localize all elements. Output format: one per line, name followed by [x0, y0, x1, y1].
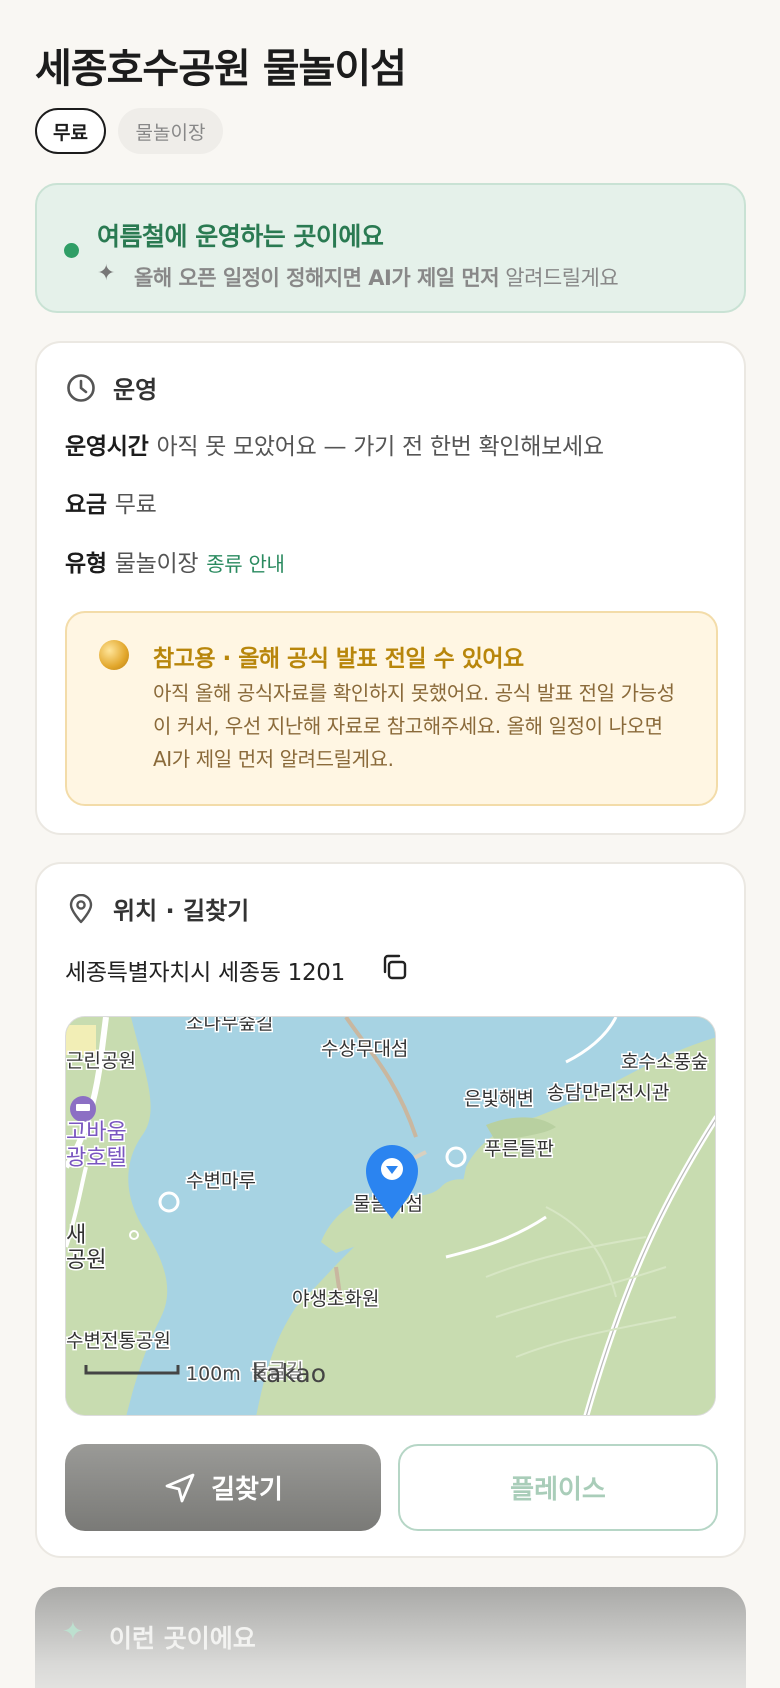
location-card: 위치 · 길찾기 세종특별자치시 세종동 1201 소나무숲길 근린공원 수상무… [35, 862, 746, 1558]
hours-label: 운영시간 [65, 434, 149, 460]
status-dot [64, 243, 79, 258]
reference-notice-title: 참고용 · 올해 공식 발표 전일 수 있어요 [153, 646, 524, 672]
hours-row: 운영시간 아직 못 모았어요 — 가기 전 한번 확인해보세요 [65, 427, 604, 461]
location-title: 위치 · 길찾기 [113, 897, 250, 925]
route-button-label: 길찾기 [211, 1475, 283, 1505]
map-label: 근린공원 [66, 1050, 136, 1072]
map-scale: 100m [186, 1363, 241, 1385]
description-title: 이런 곳이에요 [109, 1624, 256, 1653]
copy-icon[interactable] [377, 950, 411, 984]
location-header: 위치 · 길찾기 [65, 891, 249, 926]
page-title: 세종호수공원 물놀이섬 [35, 46, 407, 92]
navigation-icon [165, 1473, 195, 1502]
sparkle-icon: ✦ [97, 261, 116, 286]
season-notice: 여름철에 운영하는 곳이에요 ✦ 올해 오픈 일정이 정해지면 AI가 제일 먼… [35, 183, 746, 313]
map-label: 광호텔 [66, 1146, 127, 1171]
price-chip[interactable]: 무료 [35, 108, 106, 154]
hours-value: 아직 못 모았어요 — 가기 전 한번 확인해보세요 [156, 434, 604, 460]
description-card: ✦ 이런 곳이에요 [35, 1587, 746, 1688]
map-label: 은빛해변 [464, 1088, 534, 1110]
sparkle-icon: ✦ [62, 1617, 84, 1647]
map-label: 푸른들판 [484, 1138, 554, 1160]
map-label: 공원 [66, 1248, 106, 1273]
fee-row: 요금 무료 [65, 485, 157, 519]
operation-header: 운영 [65, 370, 157, 405]
type-chip[interactable]: 물놀이장 [118, 108, 223, 154]
clock-icon [65, 372, 97, 404]
fee-value: 무료 [114, 492, 157, 518]
map-label: 수변마루 [186, 1170, 256, 1192]
type-label: 유형 [65, 551, 107, 577]
place-button[interactable]: 플레이스 [398, 1444, 718, 1531]
operation-card: 운영 운영시간 아직 못 모았어요 — 가기 전 한번 확인해보세요 요금 무료 유… [35, 341, 746, 835]
type-row: 유형 물놀이장 종류 안내 [65, 544, 285, 578]
map-label: 새 [66, 1223, 86, 1248]
season-notice-title: 여름철에 운영하는 곳이에요 [97, 222, 384, 251]
operation-title: 운영 [113, 376, 158, 404]
map-view[interactable]: 소나무숲길 근린공원 수상무대섬 호수소풍숲 은빛해변 송담만리전시관 푸른들판… [65, 1016, 716, 1416]
kakao-logo: kakao [252, 1359, 326, 1388]
map-label: 수상무대섬 [321, 1038, 408, 1060]
place-detail-page: 세종호수공원 물놀이섬 무료 물놀이장 여름철에 운영하는 곳이에요 ✦ 올해 … [0, 0, 780, 1688]
map-label: 고바움 [66, 1120, 127, 1145]
address-text: 세종특별자치시 세종동 1201 [65, 960, 345, 986]
map-label: 소나무숲길 [186, 1017, 273, 1034]
map-label: 야생초화원 [292, 1288, 379, 1310]
map-label: 호수소풍숲 [621, 1051, 708, 1073]
route-button[interactable]: 길찾기 [65, 1444, 381, 1531]
map-label: 수변전통공원 [66, 1330, 171, 1352]
coin-icon [99, 640, 129, 670]
map-label: 송담만리전시관 [547, 1082, 669, 1104]
season-notice-subtitle: 올해 오픈 일정이 정해지면 AI가 제일 먼저 알려드릴게요 [134, 266, 619, 290]
fee-label: 요금 [65, 492, 107, 518]
map-pin-icon [65, 893, 97, 925]
type-value: 물놀이장 [114, 551, 199, 577]
reference-notice: 참고용 · 올해 공식 발표 전일 수 있어요 아직 올해 공식자료를 확인하지… [65, 611, 718, 806]
reference-notice-body: 아직 올해 공식자료를 확인하지 못했어요. 공식 발표 전일 가능성이 커서,… [153, 681, 675, 771]
type-guide-link[interactable]: 종류 안내 [206, 552, 285, 576]
